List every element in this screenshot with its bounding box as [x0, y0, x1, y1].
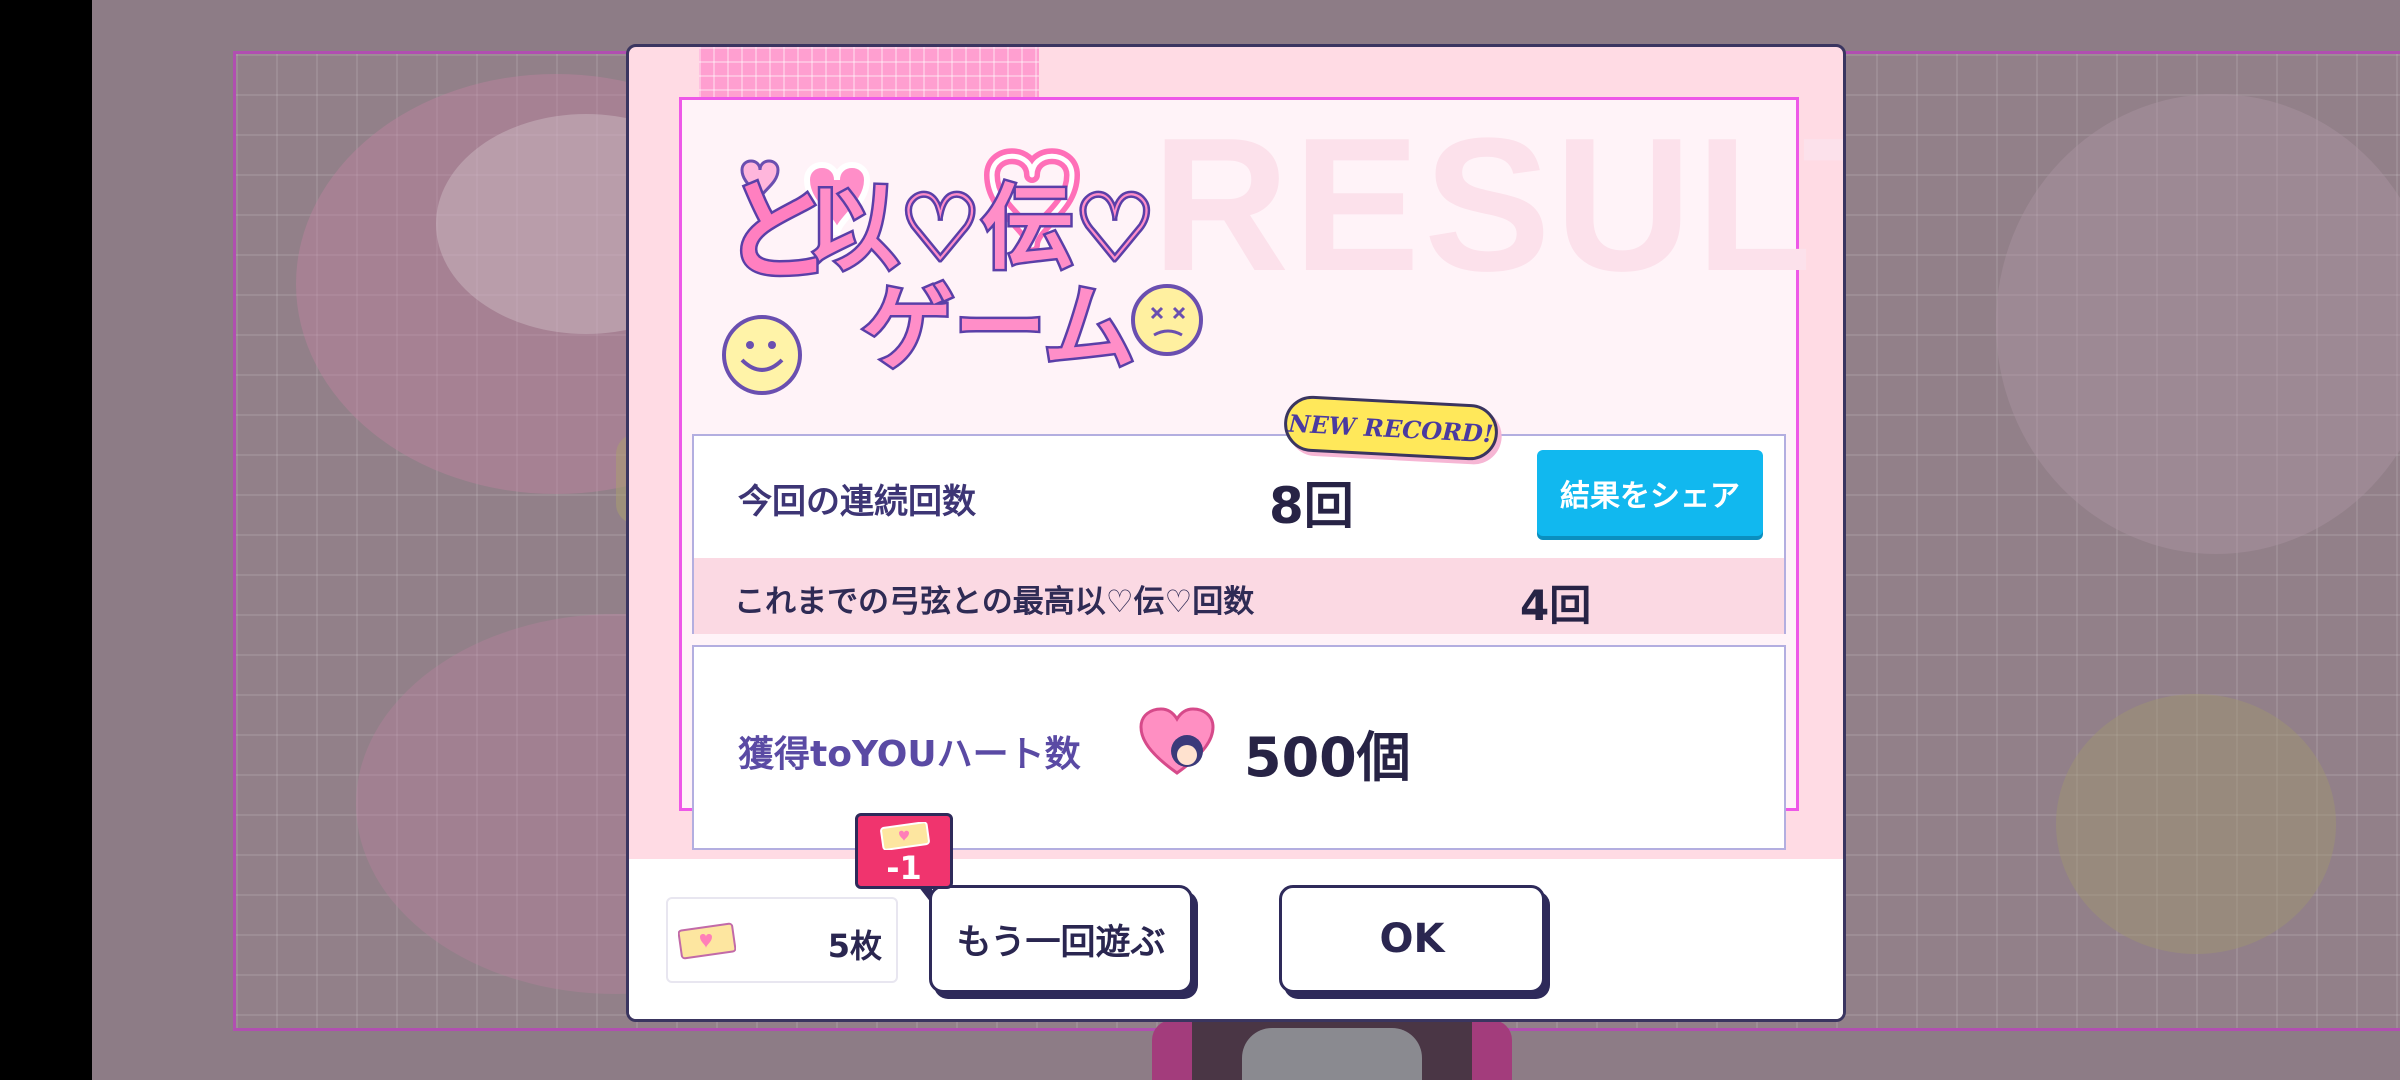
share-result-button[interactable]: 結果をシェア [1537, 450, 1763, 536]
current-streak-label: 今回の連続回数 [738, 482, 976, 522]
ticket-icon [678, 922, 736, 960]
dizzy-face-sticker-icon [1131, 284, 1203, 356]
result-dialog: RESULT と 以♡伝♡ ゲーム 今回の連続回数 8回 結果をシェア これまで… [626, 44, 1846, 1022]
hearts-earned-value: 500個 [1244, 726, 1411, 789]
result-content-frame: RESULT と 以♡伝♡ ゲーム 今回の連続回数 8回 結果をシェア これまで… [679, 97, 1843, 850]
best-streak-value: 4回 [1520, 581, 1592, 630]
ticket-icon [880, 822, 930, 850]
logo-text-line2: ゲーム [862, 275, 1135, 382]
dialog-action-bar: 5枚 もう一回遊ぶ -1 OK [629, 813, 1843, 1019]
ticket-cost-value: -1 [886, 849, 922, 887]
character-hair-left [1152, 1020, 1192, 1080]
game-logo: と 以♡伝♡ ゲーム [720, 148, 1203, 395]
background-character [1152, 1020, 1512, 1080]
background-blob [1996, 94, 2400, 554]
ticket-counter: 5枚 [666, 897, 898, 983]
badge-tail [918, 886, 932, 904]
ticket-count: 5枚 [827, 927, 882, 965]
ok-button[interactable]: OK [1279, 885, 1545, 993]
play-again-button[interactable]: もう一回遊ぶ [929, 885, 1193, 993]
result-watermark: RESULT [1152, 99, 1846, 311]
logo-text-line1: 以♡伝♡ [807, 175, 1156, 282]
stats-panel: 今回の連続回数 8回 結果をシェア これまでの弓弦との最高以♡伝♡回数 4回 N… [692, 394, 1786, 634]
smiley-sticker-icon [722, 315, 802, 395]
character-hair-right [1472, 1020, 1512, 1080]
hearts-earned-label: 獲得toYOUハート数 [738, 734, 1081, 775]
current-streak-value: 8回 [1269, 477, 1354, 535]
toyou-heart-icon [1139, 707, 1215, 775]
background-blob [2056, 694, 2336, 954]
ticket-cost-badge: -1 [855, 813, 953, 904]
best-streak-label: これまでの弓弦との最高以♡伝♡回数 [734, 584, 1255, 620]
left-system-bar [0, 0, 92, 1080]
character-face [1242, 1028, 1422, 1080]
best-streak-row: これまでの弓弦との最高以♡伝♡回数 4回 [694, 558, 1784, 634]
new-record-badge: NEW RECORD! [1282, 394, 1500, 462]
current-streak-row: 今回の連続回数 8回 結果をシェア [694, 436, 1784, 558]
